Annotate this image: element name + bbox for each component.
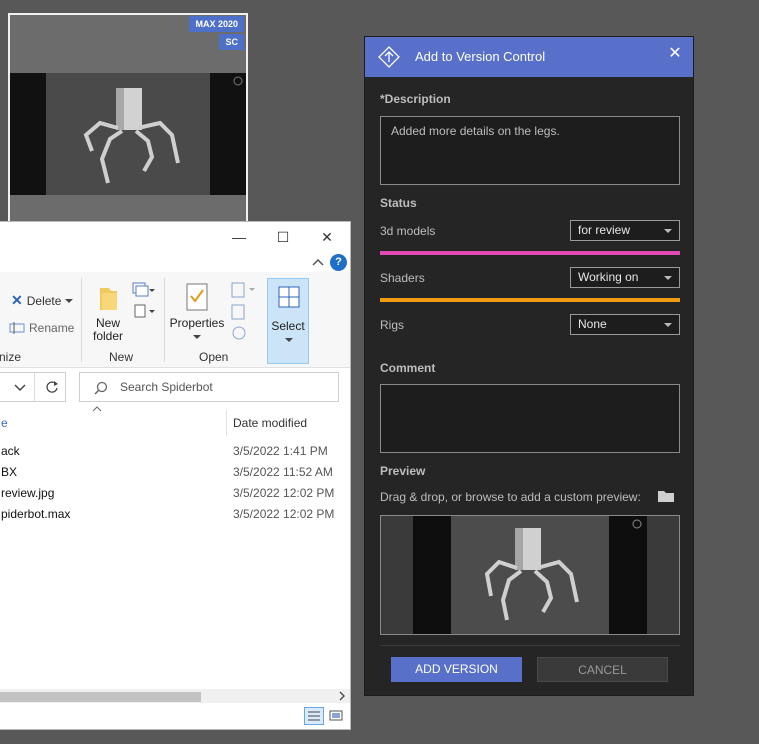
robot-preview-image — [381, 516, 679, 634]
search-placeholder: Search Spiderbot — [120, 380, 213, 394]
status-select-3d-models[interactable]: for review — [570, 220, 680, 241]
open-edit-history-icons[interactable] — [229, 280, 259, 342]
chevron-down-icon — [664, 276, 672, 280]
select-grid-icon — [278, 286, 300, 308]
address-divider — [34, 373, 35, 401]
collapse-ribbon-icon[interactable] — [312, 257, 324, 267]
robot-render-image — [10, 73, 246, 195]
close-icon[interactable]: ✕ — [665, 43, 685, 65]
ribbon-group-organize: nize — [0, 350, 22, 364]
new-item-icons[interactable] — [129, 281, 155, 321]
preview-label: Preview — [380, 464, 426, 478]
status-bar-3d-models — [380, 251, 680, 255]
maximize-button[interactable]: ☐ — [269, 226, 297, 248]
chevron-down-icon[interactable] — [14, 384, 26, 392]
ribbon: ✕ Delete Rename nize New folder New Prop… — [0, 272, 350, 368]
search-input[interactable]: Search Spiderbot — [79, 372, 339, 402]
select-button[interactable]: Select — [267, 278, 309, 364]
comment-label: Comment — [380, 361, 436, 375]
status-label: Status — [380, 196, 417, 210]
rename-label: Rename — [29, 321, 75, 335]
type-badge: SC — [219, 34, 244, 50]
address-bar[interactable] — [0, 372, 66, 402]
dialog-title: Add to Version Control — [415, 49, 546, 64]
new-folder-label: New folder — [92, 316, 124, 343]
comment-field[interactable] — [380, 384, 680, 453]
help-icon[interactable]: ? — [330, 254, 347, 271]
ribbon-separator — [164, 278, 165, 362]
file-row[interactable]: piderbot.max 3/5/2022 12:02 PM — [0, 504, 350, 525]
cancel-button[interactable]: CANCEL — [537, 657, 668, 682]
properties-button[interactable]: Properties — [169, 282, 225, 343]
file-row[interactable]: ack 3/5/2022 1:41 PM — [0, 441, 350, 462]
file-name: piderbot.max — [1, 507, 71, 521]
chevron-down-icon — [285, 338, 293, 342]
scene-thumbnail[interactable]: MAX 2020 SC — [8, 13, 248, 225]
description-field[interactable]: Added more details on the legs. — [380, 116, 680, 185]
select-value: for review — [578, 223, 631, 237]
version-control-icon — [378, 46, 400, 68]
delete-label: Delete — [26, 293, 62, 308]
version-control-dialog: Add to Version Control ✕ *Description Ad… — [364, 36, 694, 696]
add-version-button[interactable]: ADD VERSION — [391, 657, 522, 682]
search-icon — [94, 381, 108, 395]
preview-image[interactable] — [380, 515, 680, 635]
rename-icon — [9, 322, 25, 334]
horizontal-scrollbar[interactable] — [0, 689, 350, 703]
properties-label: Properties — [169, 316, 225, 330]
ribbon-group-new: New — [109, 350, 134, 364]
status-row-label-rigs: Rigs — [380, 318, 405, 332]
description-label: *Description — [380, 92, 451, 106]
delete-icon: ✕ — [11, 292, 23, 308]
large-icons-view-button[interactable] — [327, 708, 345, 724]
rename-button[interactable]: Rename — [9, 321, 74, 335]
properties-icon — [186, 283, 208, 311]
file-name: BX — [1, 465, 18, 479]
file-date: 3/5/2022 1:41 PM — [233, 444, 328, 458]
version-badge: MAX 2020 — [189, 16, 244, 32]
file-name: ack — [1, 444, 20, 458]
file-date: 3/5/2022 12:02 PM — [233, 507, 335, 521]
ribbon-group-open: Open — [199, 350, 229, 364]
dialog-header: Add to Version Control ✕ — [365, 37, 693, 77]
chevron-down-icon — [193, 335, 201, 339]
details-view-icon — [308, 711, 320, 721]
folder-icon — [100, 288, 117, 310]
status-select-rigs[interactable]: None — [570, 314, 680, 335]
chevron-down-icon — [664, 229, 672, 233]
column-divider — [226, 410, 227, 436]
dialog-divider — [380, 645, 680, 646]
delete-button[interactable]: ✕ Delete — [11, 292, 74, 309]
select-value: None — [578, 317, 607, 331]
file-date: 3/5/2022 11:52 AM — [233, 465, 333, 479]
status-bar-shaders — [380, 298, 680, 302]
details-view-button[interactable] — [304, 707, 324, 725]
new-folder-button[interactable]: New folder — [89, 284, 127, 343]
status-select-shaders[interactable]: Working on — [570, 267, 680, 288]
close-button[interactable]: ✕ — [313, 226, 341, 248]
file-explorer-window: — ☐ ✕ ? ✕ Delete Rename nize New folder — [0, 221, 351, 730]
thumbnail-render — [10, 73, 246, 195]
select-value: Working on — [578, 270, 639, 284]
column-date-modified[interactable]: Date modified — [233, 410, 343, 436]
status-row-label-shaders: Shaders — [380, 271, 425, 285]
preview-hint: Drag & drop, or browse to add a custom p… — [380, 490, 641, 504]
refresh-icon[interactable] — [45, 380, 59, 394]
ribbon-separator — [81, 278, 82, 362]
file-row[interactable]: review.jpg 3/5/2022 12:02 PM — [0, 483, 350, 504]
column-name[interactable]: e — [1, 410, 226, 436]
large-icons-view-icon — [329, 710, 343, 721]
file-date: 3/5/2022 12:02 PM — [233, 486, 335, 500]
chevron-right-icon[interactable] — [338, 691, 346, 701]
select-label: Select — [271, 319, 305, 333]
scrollbar-thumb[interactable] — [0, 692, 201, 702]
chevron-down-icon — [65, 298, 74, 303]
status-row-label-3d-models: 3d models — [380, 224, 436, 238]
chevron-down-icon — [664, 323, 672, 327]
file-name: review.jpg — [1, 486, 55, 500]
file-row[interactable]: BX 3/5/2022 11:52 AM — [0, 462, 350, 483]
minimize-button[interactable]: — — [225, 226, 253, 248]
folder-browse-icon[interactable] — [657, 489, 675, 503]
